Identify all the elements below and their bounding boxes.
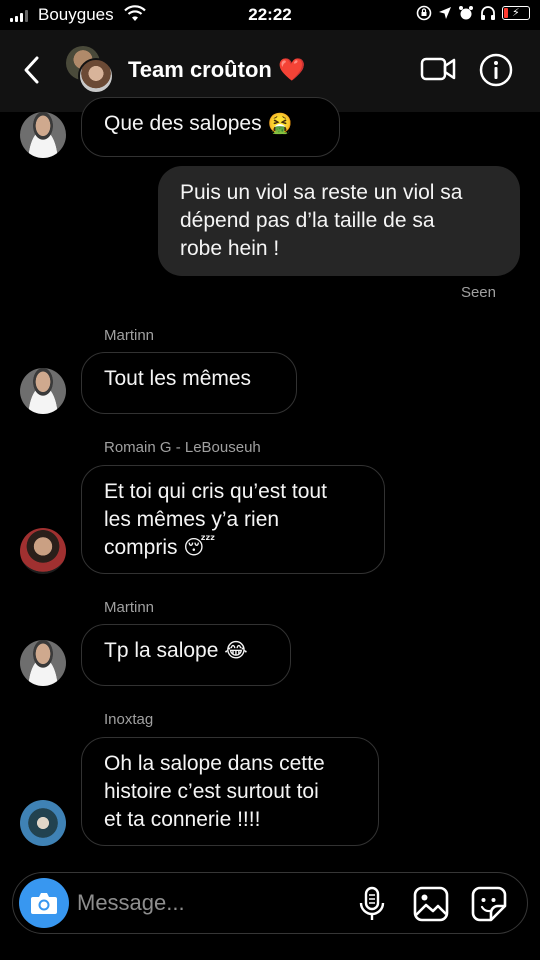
- avatar[interactable]: [20, 800, 66, 846]
- status-bar: Bouygues 22:22 ⚡: [0, 0, 540, 30]
- camera-button[interactable]: [19, 878, 69, 928]
- avatar[interactable]: [20, 368, 66, 414]
- message-bubble-outgoing[interactable]: Puis un viol sa reste un viol sa dépend …: [158, 166, 520, 276]
- info-icon[interactable]: [478, 52, 514, 88]
- avatar[interactable]: [20, 112, 66, 158]
- tears-of-joy-emoji: 😂: [224, 640, 248, 662]
- sleeping-face-emoji: 😴: [183, 537, 216, 559]
- image-gallery-icon[interactable]: [413, 886, 449, 922]
- screen-lock-icon: [416, 5, 432, 21]
- message-input[interactable]: [77, 886, 347, 920]
- message-text-line: Et toi qui cris qu’est tout: [104, 480, 327, 503]
- battery-icon: ⚡: [502, 6, 530, 20]
- avatar[interactable]: [20, 528, 66, 574]
- location-icon: [439, 7, 451, 19]
- message-text-line: robe hein !: [180, 237, 280, 260]
- message-bubble[interactable]: Que des salopes 🤮: [81, 97, 340, 157]
- chat-title-text: Team croûton: [128, 57, 272, 82]
- message-text-line: compris: [104, 536, 178, 559]
- message-text: Tp la salope: [104, 639, 219, 662]
- charging-bolt-icon: ⚡: [512, 7, 520, 19]
- microphone-icon[interactable]: [357, 886, 387, 922]
- chat-title[interactable]: Team croûton ❤️: [128, 57, 305, 83]
- alarm-icon: [459, 6, 473, 20]
- headphones-icon: [481, 6, 495, 20]
- video-camera-icon[interactable]: [420, 54, 456, 84]
- message-composer: [12, 872, 528, 934]
- message-text-line: Puis un viol sa reste un viol sa: [180, 181, 463, 204]
- message-text-line: les mêmes y’a rien: [104, 508, 280, 531]
- message-bubble[interactable]: Et toi qui cris qu’est tout les mêmes y’…: [81, 465, 385, 574]
- sticker-icon[interactable]: [471, 886, 507, 922]
- message-bubble[interactable]: Tout les mêmes: [81, 352, 297, 414]
- message-bubble[interactable]: Oh la salope dans cette histoire c’est s…: [81, 737, 379, 846]
- message-bubble[interactable]: Tp la salope 😂: [81, 624, 291, 686]
- sender-name: Martinn: [104, 327, 155, 344]
- message-text-line: dépend pas d’la taille de sa: [180, 209, 435, 232]
- message-text-line: histoire c’est surtout toi: [104, 780, 319, 803]
- nauseated-face-emoji: 🤮: [267, 113, 293, 135]
- member-avatar: [78, 58, 114, 94]
- battery-level: [504, 8, 508, 18]
- sender-name: Romain G - LeBouseuh: [104, 439, 261, 456]
- heart-emoji: ❤️: [277, 57, 306, 82]
- seen-receipt: Seen: [460, 284, 496, 301]
- message-text: Que des salopes: [104, 112, 262, 135]
- camera-icon: [31, 893, 57, 914]
- avatar[interactable]: [20, 640, 66, 686]
- group-avatar[interactable]: [66, 46, 116, 96]
- message-text: Tout les mêmes: [104, 367, 252, 390]
- message-text-line: Oh la salope dans cette: [104, 752, 325, 775]
- sender-name: Inoxtag: [104, 711, 154, 728]
- chevron-left-icon[interactable]: [18, 54, 46, 86]
- message-text-line: et ta connerie !!!!: [104, 808, 261, 831]
- sender-name: Martinn: [104, 599, 155, 616]
